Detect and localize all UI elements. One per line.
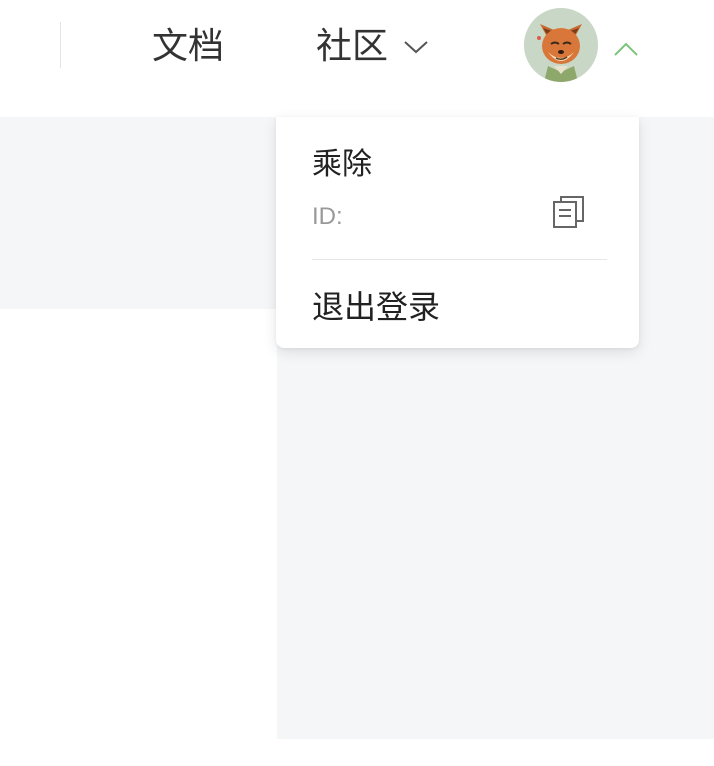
- user-name: 乘除: [312, 147, 372, 182]
- user-id-label: ID:: [312, 203, 343, 230]
- copy-icon[interactable]: [552, 195, 586, 229]
- top-navigation-bar: 文档 社区: [0, 0, 714, 117]
- user-dropdown-menu: 乘除 ID: 退出登录: [276, 117, 639, 348]
- nav-community-label: 社区: [316, 26, 389, 67]
- chevron-up-icon[interactable]: [612, 40, 640, 58]
- content-side-column: [277, 309, 714, 739]
- chevron-down-icon: [402, 39, 430, 55]
- page: 文档 社区 乘除 ID: 退出登录: [0, 0, 714, 766]
- fox-avatar-icon[interactable]: [524, 8, 598, 82]
- nav-community-menu[interactable]: 社区: [316, 24, 430, 70]
- logout-button[interactable]: 退出登录: [312, 285, 440, 329]
- menu-divider: [312, 259, 607, 260]
- nav-docs-link[interactable]: 文档: [152, 24, 224, 70]
- header-divider: [60, 22, 61, 68]
